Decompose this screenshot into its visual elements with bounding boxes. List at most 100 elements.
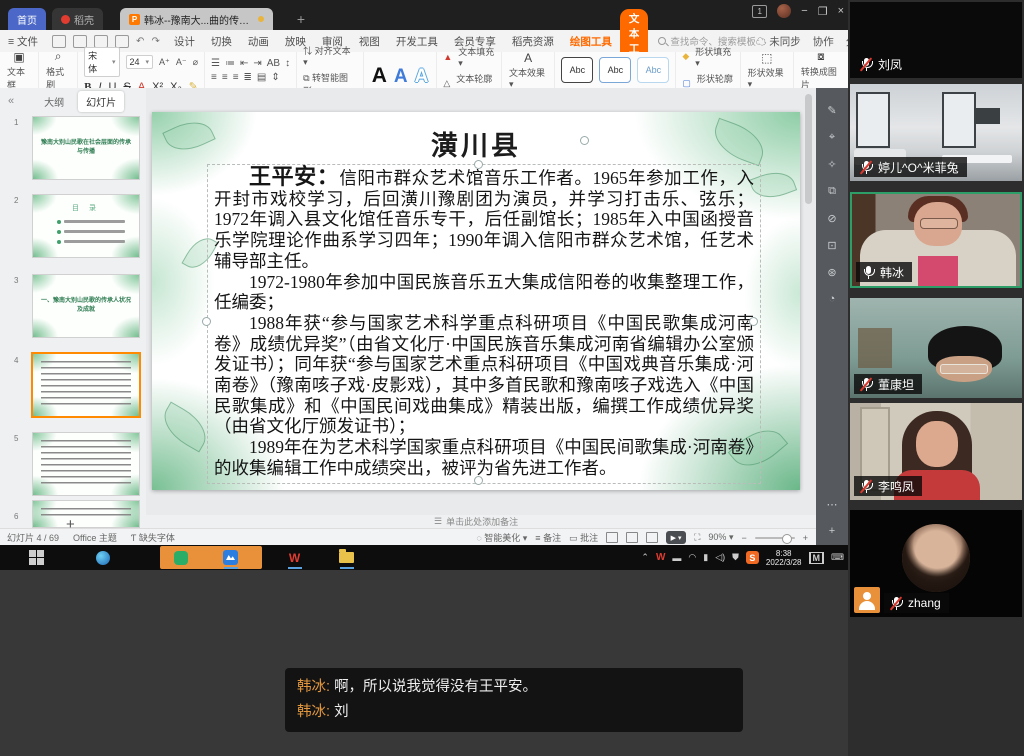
distribute-icon[interactable]: ▤ (257, 72, 266, 83)
restore-button[interactable]: ❐ (818, 5, 828, 18)
minimize-button[interactable]: − (801, 5, 807, 17)
security-shield-icon[interactable]: ⛊ (732, 552, 739, 563)
participant-tile-active-speaker[interactable]: 韩冰 (850, 192, 1022, 288)
meeting-app-icon[interactable] (222, 549, 239, 566)
collaborate-button[interactable]: 协作 (813, 34, 834, 49)
tab-document[interactable]: P 韩冰--豫南大...曲的传承与传播 (120, 8, 273, 30)
collapse-panel-button[interactable]: « (0, 95, 22, 107)
font-name-select[interactable]: 宋体▾ (84, 47, 119, 77)
slide-thumbnail-6[interactable] (32, 500, 140, 528)
missing-font-warning[interactable]: Ƭ 缺失字体 (124, 531, 182, 544)
shape-style-3[interactable]: Abc (637, 57, 669, 83)
textbox-handle-bottom[interactable] (474, 476, 483, 485)
align-center-icon[interactable]: ≡ (222, 72, 228, 83)
wordart-blue[interactable]: A (394, 66, 408, 88)
numbering-icon[interactable]: ≔ (225, 58, 235, 69)
start-button[interactable] (28, 549, 45, 566)
theme-name[interactable]: Office 主题 (66, 531, 124, 544)
char-spacing-icon[interactable]: AB (267, 58, 280, 69)
redo-icon[interactable]: ↷ (151, 36, 159, 47)
laser-tool-icon[interactable]: ✎ (827, 104, 836, 117)
window-layout-icon[interactable]: 1 (752, 5, 767, 18)
ime-mode-icon[interactable]: M (809, 552, 825, 564)
editor-scrollbar[interactable] (805, 94, 812, 204)
slide-thumbnail-4-selected[interactable] (31, 352, 141, 418)
shape-tool-icon[interactable]: ⧉ (828, 185, 836, 198)
add-tool-icon[interactable]: + (829, 525, 835, 545)
zoom-out-button[interactable]: − (741, 533, 746, 543)
clock[interactable]: 8:38 2022/3/28 (766, 549, 802, 567)
title-side-handle[interactable] (580, 136, 589, 145)
file-explorer-icon[interactable] (338, 549, 355, 566)
zoom-knob[interactable] (782, 534, 792, 544)
beautify-button[interactable]: ◌ 智能美化 ▾ (476, 531, 527, 544)
menu-drawing-tools[interactable]: 绘图工具 (562, 34, 620, 49)
timer-tool-icon[interactable]: ◔ (829, 293, 836, 305)
wechat-icon[interactable] (172, 549, 189, 566)
outdent-icon[interactable]: ⇤ (240, 58, 248, 69)
account-avatar[interactable] (777, 4, 791, 18)
participant-tile[interactable]: 李鸣凤 (850, 403, 1022, 500)
image-tool-icon[interactable]: ⊡ (827, 239, 836, 252)
save-icon[interactable] (52, 35, 66, 48)
help-tool-icon[interactable]: ⊘ (827, 212, 836, 225)
wps-taskbar-icon[interactable]: W (286, 549, 303, 566)
participant-tile[interactable]: 刘凤 (850, 2, 1022, 78)
reading-view-icon[interactable] (646, 532, 658, 543)
shape-fill-button[interactable]: 形状填充 ▾ (695, 45, 733, 69)
menu-developer[interactable]: 开发工具 (388, 34, 446, 49)
participant-tile-self[interactable]: zhang (850, 510, 1022, 617)
comments-button[interactable]: ▭ 批注 (569, 531, 598, 544)
undo-icon[interactable]: ↶ (136, 36, 144, 47)
wifi-icon[interactable]: ◠ (688, 552, 696, 563)
zoom-in-button[interactable]: + (803, 533, 808, 543)
notes-button[interactable]: ≡ 备注 (535, 531, 561, 544)
sync-status[interactable]: ☁ 未同步 (756, 34, 801, 49)
format-painter-button[interactable]: ⌕ 格式刷 (39, 52, 78, 88)
wordart-outline[interactable]: A (415, 66, 429, 88)
tab-home[interactable]: 首页 (8, 8, 46, 30)
participant-tile[interactable]: 董康坦 (850, 298, 1022, 398)
zoom-slider[interactable] (755, 537, 795, 539)
shape-style-2[interactable]: Abc (599, 57, 631, 83)
fit-icon[interactable]: ⛶ (694, 532, 700, 543)
text-effect-button[interactable]: A 文本效果 ▾ (502, 52, 555, 88)
print-icon[interactable] (94, 35, 108, 48)
bullets-icon[interactable]: ☰ (211, 58, 220, 69)
font-size-select[interactable]: 24▾ (126, 55, 154, 69)
select-tool-icon[interactable]: ⌖ (829, 131, 835, 144)
wordart-plain[interactable]: A (372, 64, 387, 88)
align-text-button[interactable]: ⇅ 对齐文本 ▾ (303, 44, 357, 68)
slideshow-play-button[interactable]: ▶▾ (666, 531, 686, 544)
textbox-handle-right[interactable] (749, 317, 758, 326)
mic-tray-icon[interactable]: ▮ (703, 552, 708, 563)
browser-icon[interactable] (94, 549, 111, 566)
preview-icon[interactable] (115, 35, 129, 48)
slide-body-textbox[interactable]: 王平安：信阳市群众艺术馆音乐工作者。1965年参加工作，入开封市戏校学习，后回潢… (207, 164, 761, 484)
align-right-icon[interactable]: ≡ (233, 72, 239, 83)
touch-keyboard-icon[interactable]: ⌨ (831, 552, 844, 563)
zoom-level[interactable]: 90% ▾ (708, 532, 733, 543)
textbox-handle-left[interactable] (202, 317, 211, 326)
shrink-font-icon[interactable]: A⁻ (176, 57, 187, 68)
notes-bar[interactable]: ☰ 单击此处添加备注 (146, 515, 816, 528)
shape-effect-button[interactable]: ⬚ 形状效果 ▾ (741, 52, 794, 88)
normal-view-icon[interactable] (606, 532, 618, 543)
clear-format-icon[interactable]: ⌀ (193, 57, 198, 68)
tab-outline[interactable]: 大纲 (36, 91, 72, 112)
line-spacing-icon[interactable]: ⇕ (271, 72, 279, 83)
slide-thumbnail-3[interactable]: 一、豫南大别山民歌的传承人状况及成就 (32, 274, 140, 338)
slide-canvas[interactable]: 潢川县 王平安：信阳市群众艺术馆音乐工作者。1965年参加工作，入开封市戏校学习… (152, 112, 800, 490)
menu-animation[interactable]: 动画 (240, 34, 277, 49)
textbox-handle-top[interactable] (474, 160, 483, 169)
output-icon[interactable] (73, 35, 87, 48)
tab-slides[interactable]: 幻灯片 (78, 91, 124, 112)
more-tools-icon[interactable]: ⋯ (827, 498, 838, 511)
menu-docer-res[interactable]: 稻壳资源 (504, 34, 562, 49)
justify-icon[interactable]: ≣ (244, 72, 252, 83)
convert-to-picture-button[interactable]: ⧇ 转换成图片 (794, 52, 848, 88)
text-fill-button[interactable]: 文本填充 ▾ (458, 45, 495, 69)
sticker-tool-icon[interactable]: ⊛ (827, 266, 836, 279)
tab-docer[interactable]: 稻壳 (52, 8, 103, 30)
slide-thumbnail-5[interactable] (32, 432, 140, 496)
